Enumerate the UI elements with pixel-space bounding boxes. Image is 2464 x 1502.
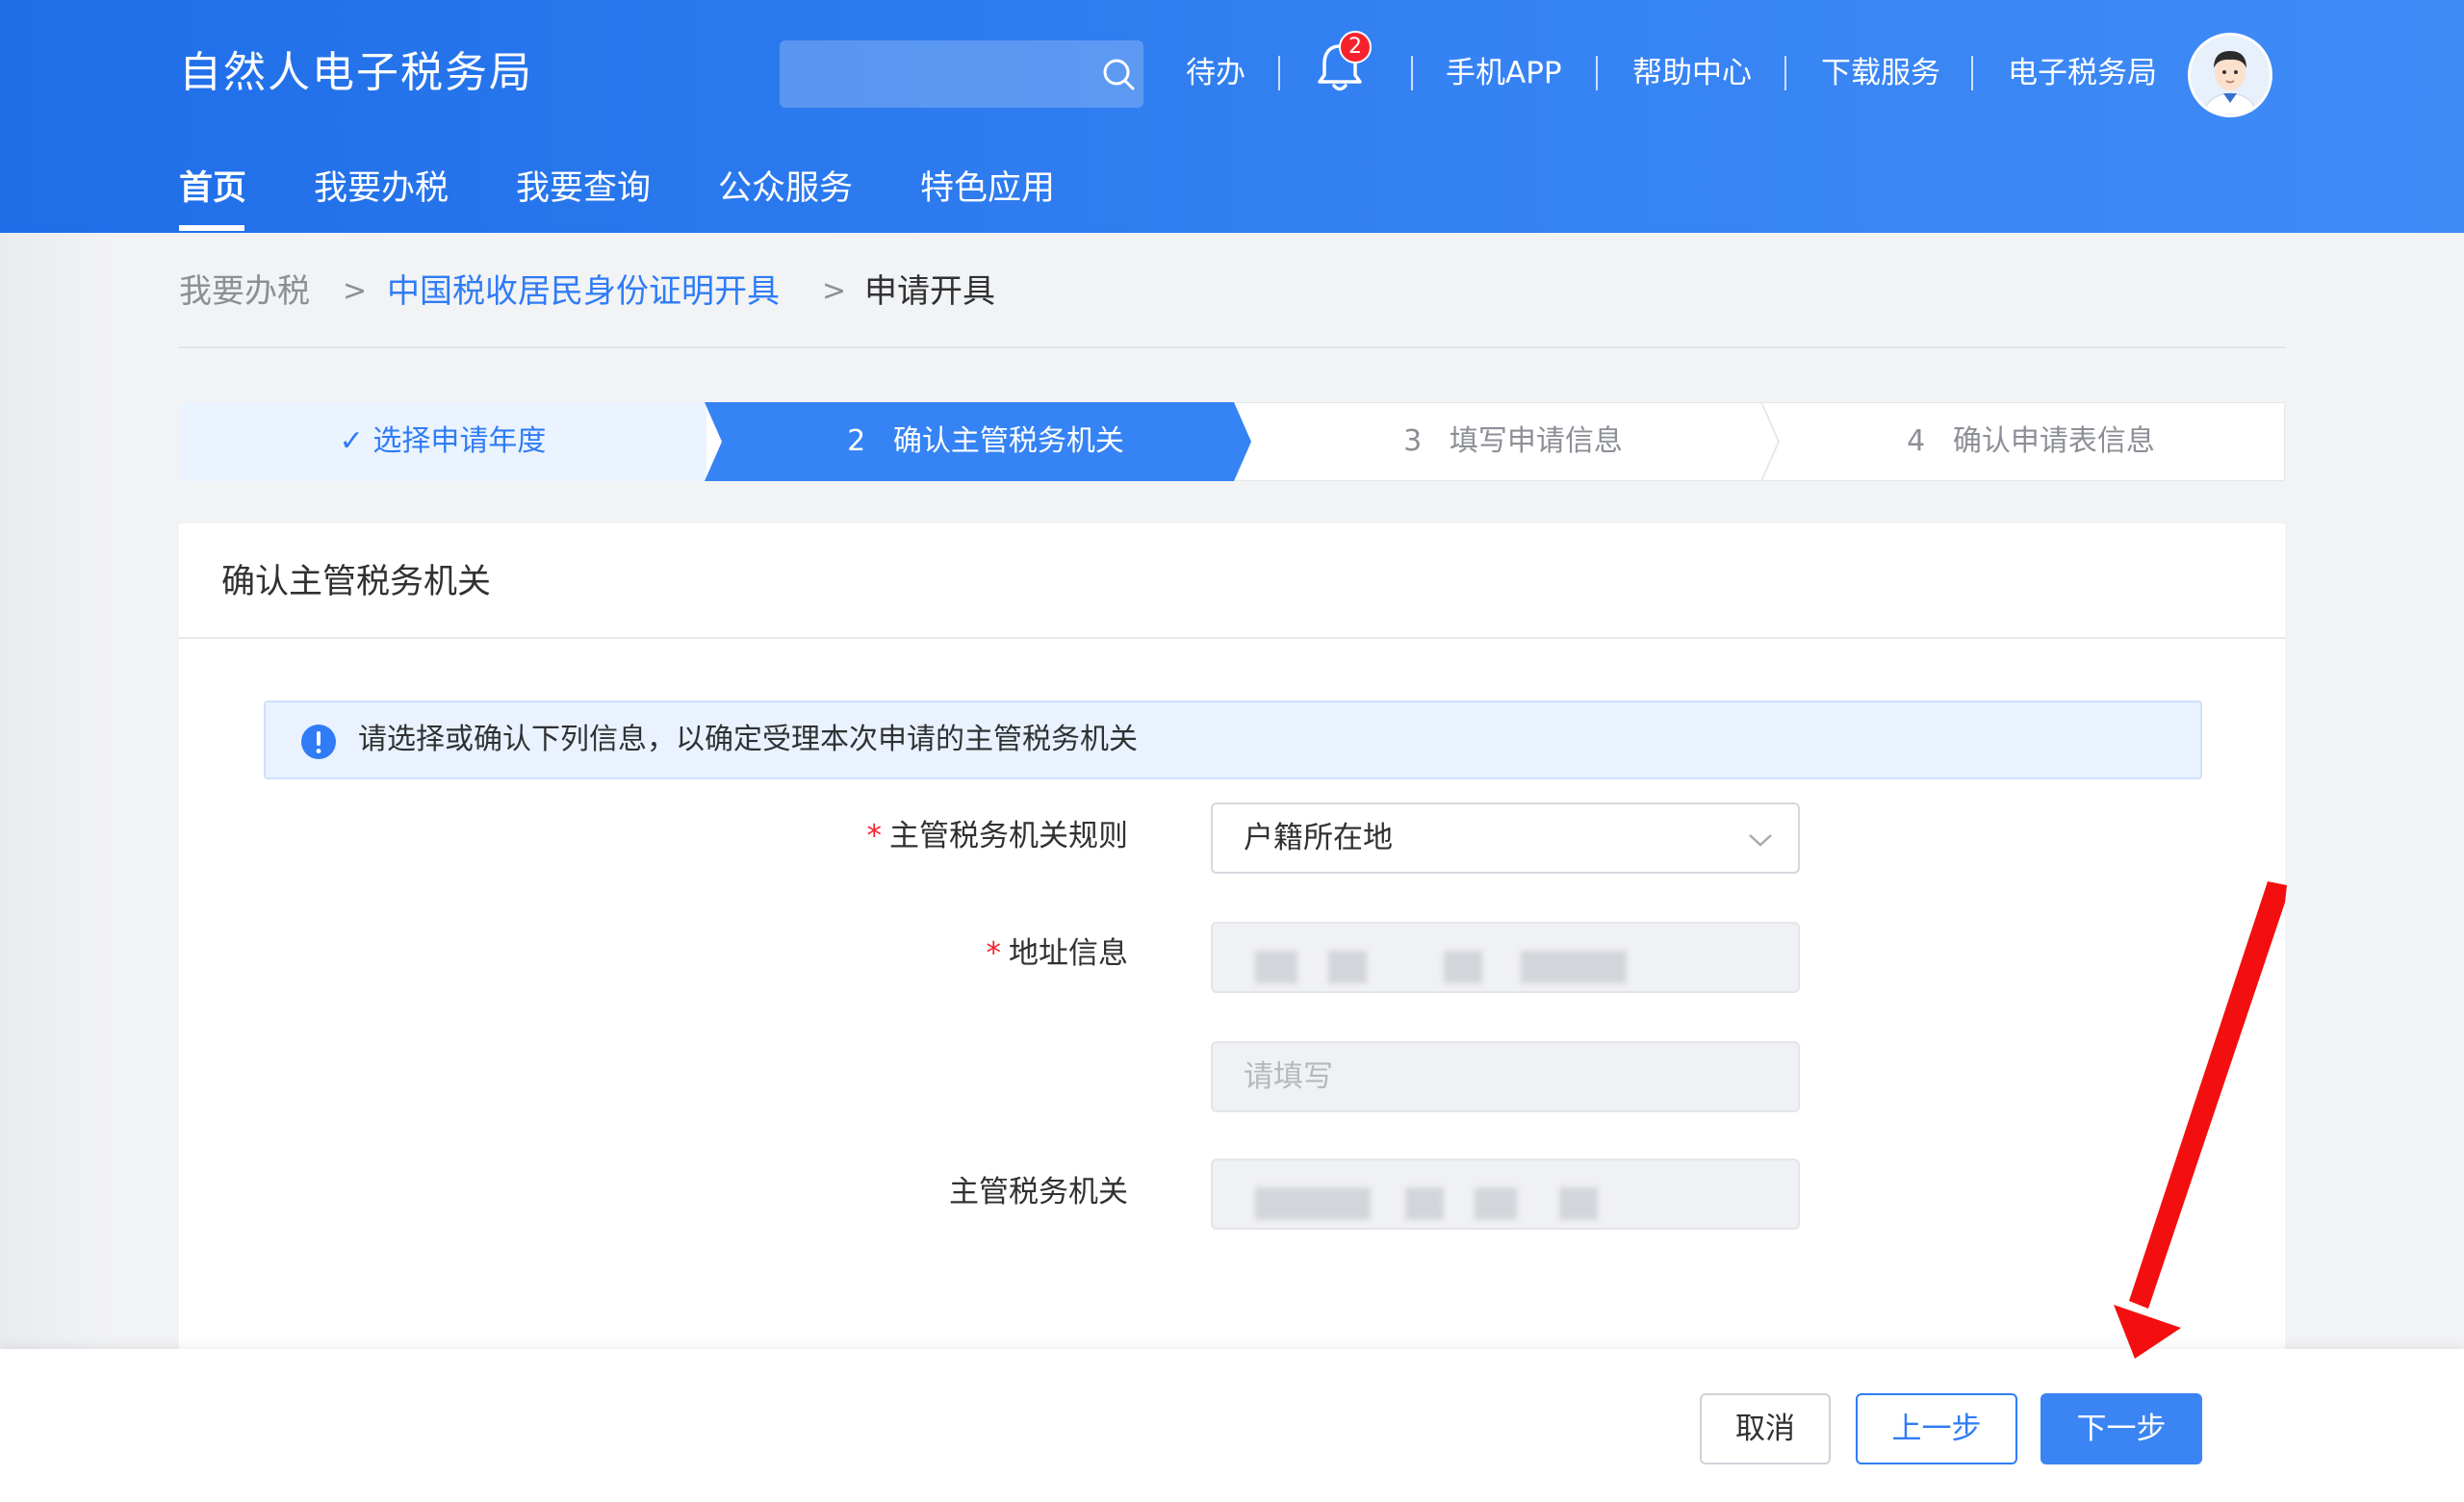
rule-label: * 主管税务机关规则	[685, 812, 1129, 860]
chevron-down-icon[interactable]	[1746, 826, 1775, 854]
nav-query[interactable]: 我要查询	[516, 165, 651, 212]
info-icon	[301, 725, 336, 759]
nav-public-service[interactable]: 公众服务	[718, 165, 853, 212]
header-separator	[1784, 56, 1786, 90]
tax-office-label: 主管税务机关	[685, 1168, 1128, 1216]
redacted-block	[1255, 1187, 1371, 1220]
check-icon: ✓	[339, 424, 364, 458]
site-brand[interactable]: 自然人电子税务局	[179, 42, 533, 104]
left-edge-shade	[0, 233, 116, 1502]
rule-label-text: 主管税务机关规则	[889, 819, 1128, 853]
top-header: 自然人电子税务局 待办 2 手机APP 帮助中心 下载服务 电子税务局 首页 我…	[0, 0, 2464, 233]
search-icon[interactable]	[1099, 55, 1138, 93]
breadcrumb-current: 申请开具	[864, 272, 995, 311]
e-tax-bureau-link[interactable]: 电子税务局	[2008, 50, 2157, 96]
download-service-link[interactable]: 下载服务	[1821, 50, 1940, 96]
step-3-label: 填写申请信息	[1449, 424, 1623, 458]
address-detail-placeholder: 请填写	[1244, 1059, 1333, 1094]
user-avatar[interactable]	[2188, 33, 2272, 117]
step-4: 4 确认申请表信息	[1777, 402, 2285, 481]
nav-active-indicator	[179, 225, 244, 231]
required-mark: *	[986, 936, 1002, 971]
required-mark: *	[866, 819, 883, 853]
card-title: 确认主管税务机关	[221, 563, 492, 601]
form-card: 确认主管税务机关 请选择或确认下列信息，以确定受理本次申请的主管税务机关 * 主管…	[179, 523, 2285, 1351]
info-alert: 请选择或确认下列信息，以确定受理本次申请的主管税务机关	[264, 700, 2202, 779]
step-4-number: 4	[1907, 424, 1926, 458]
header-separator	[1596, 56, 1598, 90]
address-label-text: 地址信息	[1009, 936, 1128, 971]
address-detail-field: 请填写	[1211, 1041, 1800, 1112]
redacted-block	[1521, 951, 1627, 983]
breadcrumb-separator: >	[343, 274, 368, 308]
step-1: ✓ 选择申请年度	[179, 402, 706, 481]
header-separator	[1411, 56, 1413, 90]
app-root: 自然人电子税务局 待办 2 手机APP 帮助中心 下载服务 电子税务局 首页 我…	[0, 0, 2464, 1502]
avatar-person-icon	[2191, 36, 2270, 115]
step-indicator: ✓ 选择申请年度 2 确认主管税务机关 3 填写申请信息 4 确认申请表信息	[179, 402, 2285, 481]
step-4-label: 确认申请表信息	[1952, 424, 2155, 458]
search-input[interactable]	[780, 40, 1078, 108]
rule-select-value: 户籍所在地	[1244, 821, 1393, 855]
notification-badge: 2	[1339, 31, 1372, 64]
breadcrumb-divider	[179, 346, 2285, 348]
alert-text: 请选择或确认下列信息，以确定受理本次申请的主管税务机关	[358, 723, 1138, 756]
previous-step-button[interactable]: 上一步	[1856, 1393, 2017, 1464]
step-2-label: 确认主管税务机关	[892, 424, 1124, 458]
tax-office-field	[1211, 1158, 1800, 1230]
breadcrumb-file-tax[interactable]: 我要办税	[179, 267, 310, 316]
help-center-link[interactable]: 帮助中心	[1632, 50, 1752, 96]
breadcrumb-separator: >	[822, 274, 847, 308]
next-step-button[interactable]: 下一步	[2040, 1393, 2202, 1464]
address-field	[1211, 922, 1800, 993]
redacted-block	[1444, 951, 1482, 983]
tax-office-label-text: 主管税务机关	[949, 1175, 1128, 1209]
redacted-block	[1255, 951, 1297, 983]
step-1-label: 选择申请年度	[372, 424, 547, 458]
mobile-app-link[interactable]: 手机APP	[1446, 50, 1562, 96]
step-3-number: 3	[1403, 424, 1423, 458]
step-2-number: 2	[847, 424, 866, 458]
card-divider	[179, 637, 2285, 639]
rule-select[interactable]: 户籍所在地	[1211, 802, 1800, 874]
cancel-button[interactable]: 取消	[1700, 1393, 1831, 1464]
search-box[interactable]	[780, 40, 1143, 108]
step-3: 3 填写申请信息	[1249, 402, 1777, 481]
nav-home[interactable]: 首页	[179, 165, 246, 212]
redacted-block	[1475, 1187, 1517, 1220]
redacted-block	[1559, 1187, 1598, 1220]
breadcrumb-residency-certificate[interactable]: 中国税收居民身份证明开具	[387, 267, 780, 316]
address-label: * 地址信息	[685, 929, 1129, 978]
header-separator	[1971, 56, 1973, 90]
redacted-block	[1328, 951, 1367, 983]
header-separator	[1278, 56, 1280, 90]
step-2: 2 确认主管税务机关	[722, 402, 1249, 481]
action-bar: 取消 上一步 下一步	[0, 1349, 2464, 1502]
todo-link[interactable]: 待办	[1186, 50, 1245, 96]
redacted-block	[1405, 1187, 1444, 1220]
nav-featured-apps[interactable]: 特色应用	[920, 165, 1055, 212]
nav-file-tax[interactable]: 我要办税	[314, 165, 449, 212]
